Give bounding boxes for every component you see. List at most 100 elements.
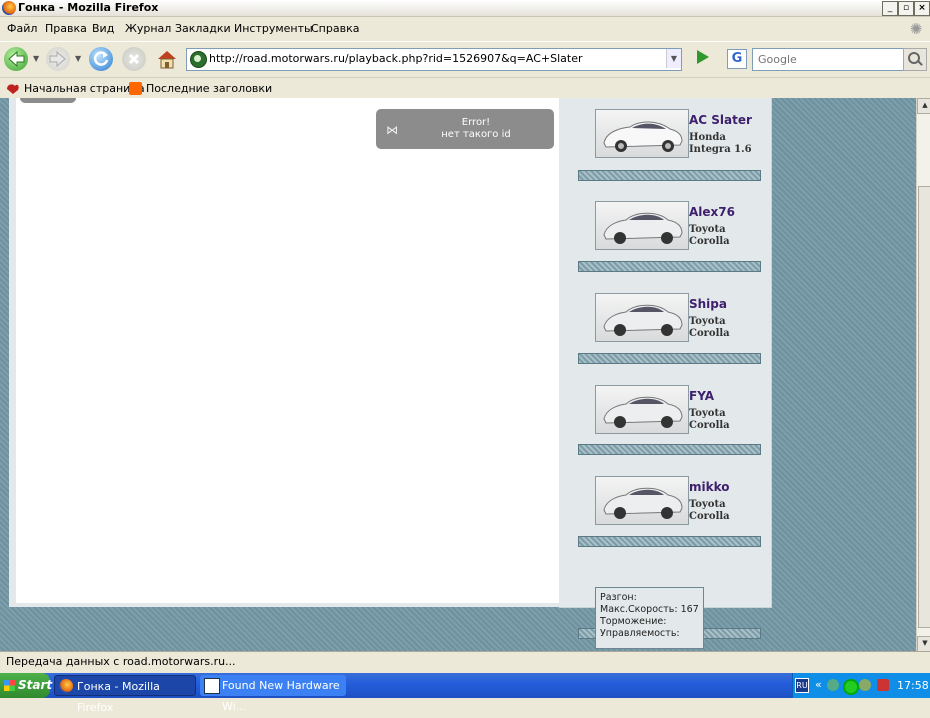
scroll-down-button[interactable]: ▼	[917, 636, 930, 652]
racer-card[interactable]: AC Slater Honda Integra 1.6	[595, 98, 765, 166]
home-icon	[158, 51, 176, 69]
car-model: Corolla	[689, 511, 730, 522]
car-make: Toyota	[689, 408, 726, 419]
bookmark-home-page[interactable]: Начальная страница	[24, 82, 145, 95]
car-make: Toyota	[689, 316, 726, 327]
racer-divider	[578, 536, 761, 547]
window-titlebar: Гонка - Mozilla Firefox _ ▫ ×	[0, 0, 930, 17]
url-history-dropdown[interactable]: ▼	[666, 49, 681, 68]
menu-tools[interactable]: Инструменты	[234, 22, 313, 35]
menu-file[interactable]: Файл	[7, 22, 37, 35]
racer-divider	[578, 353, 761, 364]
menu-history[interactable]: Журнал	[125, 22, 171, 35]
menu-bookmarks[interactable]: Закладки	[175, 22, 231, 35]
racer-card[interactable]: Alex76 Toyota Corolla	[595, 190, 765, 258]
back-arrow-icon	[8, 50, 25, 68]
start-label: Start	[18, 678, 53, 692]
error-message: нет такого id	[441, 129, 511, 140]
rss-icon	[129, 82, 142, 95]
forward-button[interactable]	[46, 47, 70, 71]
menu-edit[interactable]: Правка	[45, 22, 87, 35]
car-make: Toyota	[689, 499, 726, 510]
racer-name[interactable]: FYA	[689, 389, 714, 403]
car-model: Integra 1.6	[689, 144, 752, 155]
clock: 17:58	[897, 679, 929, 692]
home-button[interactable]	[155, 47, 179, 71]
racer-card[interactable]: FYA Toyota Corolla	[595, 374, 765, 442]
stat-acceleration: Разгон:	[600, 592, 637, 603]
minimize-button[interactable]: _	[882, 1, 898, 16]
shield-icon[interactable]	[877, 679, 889, 691]
playback-area	[16, 98, 559, 603]
page-content: ⋈ Error! нет такого id AC Slater Honda I…	[0, 98, 916, 651]
window-title: Гонка - Mozilla Firefox	[18, 1, 159, 14]
racer-divider	[578, 261, 761, 272]
bookmarks-toolbar: Начальная страница Последние заголовки	[0, 77, 930, 98]
close-button[interactable]: ×	[914, 1, 930, 16]
window-icon	[204, 678, 220, 694]
page-bottom-border	[9, 603, 559, 607]
menu-bar: Файл Правка Вид Журнал Закладки Инструме…	[0, 18, 930, 40]
page-border	[9, 98, 16, 607]
error-title: Error!	[461, 117, 491, 128]
taskbar: Start Гонка - Mozilla Firefox Found New …	[0, 673, 930, 714]
racer-card[interactable]: Shipa Toyota Corolla	[595, 282, 765, 350]
car-image	[595, 293, 689, 342]
bookmark-latest-headlines[interactable]: Последние заголовки	[146, 82, 272, 95]
taskbar-item-hardware-wizard[interactable]: Found New Hardware Wi...	[200, 675, 346, 713]
car-make: Toyota	[689, 224, 726, 235]
reload-icon	[93, 51, 109, 66]
system-tray: RU « 17:58	[792, 673, 930, 698]
racer-card[interactable]: mikko Toyota Corolla	[595, 465, 765, 533]
url-text: http://road.motorwars.ru/playback.php?ri…	[209, 52, 583, 65]
stop-button[interactable]	[122, 47, 146, 71]
car-image	[595, 201, 689, 250]
vertical-scrollbar[interactable]: ▲ ▼	[916, 98, 930, 652]
racer-name[interactable]: mikko	[689, 480, 730, 494]
car-model: Corolla	[689, 236, 730, 247]
forward-history-dropdown[interactable]: ▼	[75, 54, 81, 63]
network-icon[interactable]	[827, 679, 839, 691]
url-field[interactable]: http://road.motorwars.ru/playback.php?ri…	[186, 48, 682, 71]
menu-view[interactable]: Вид	[92, 22, 114, 35]
forward-arrow-icon	[49, 50, 66, 68]
throbber-icon: ✺	[909, 20, 923, 38]
menu-help[interactable]: Справка	[311, 22, 359, 35]
racer-name[interactable]: Shipa	[689, 297, 727, 311]
scroll-thumb[interactable]	[918, 186, 930, 628]
status-text: Передача данных с road.motorwars.ru...	[6, 655, 236, 668]
search-magnifier-icon[interactable]	[903, 48, 927, 71]
go-arrow-icon[interactable]	[697, 50, 709, 64]
bookmark-home-icon	[7, 84, 19, 94]
firefox-icon	[2, 1, 16, 15]
scroll-up-button[interactable]: ▲	[917, 98, 930, 114]
back-button[interactable]	[4, 47, 28, 71]
car-model: Corolla	[689, 420, 730, 431]
search-box[interactable]	[752, 48, 904, 71]
car-stats-tooltip: Разгон: Макс.Скорость: 167 Торможение: У…	[595, 587, 704, 649]
search-engine-icon[interactable]: G	[727, 49, 747, 69]
stat-max-speed: Макс.Скорость: 167	[600, 604, 699, 615]
racer-name[interactable]: AC Slater	[689, 113, 752, 127]
reload-button[interactable]	[89, 47, 113, 71]
car-model: Corolla	[689, 328, 730, 339]
language-indicator[interactable]: RU	[795, 678, 809, 693]
tray-expand-icon[interactable]: «	[815, 678, 822, 691]
start-button[interactable]: Start	[0, 673, 53, 698]
racer-name[interactable]: Alex76	[689, 205, 735, 219]
tray-app-icon[interactable]	[859, 679, 871, 691]
stat-handling: Управляемость:	[600, 628, 680, 639]
taskbar-item-firefox[interactable]: Гонка - Mozilla Firefox	[54, 675, 196, 714]
stop-icon	[128, 53, 140, 65]
search-input[interactable]	[756, 50, 900, 69]
car-image	[595, 109, 689, 158]
site-favicon	[190, 51, 207, 68]
task-label: Found New Hardware Wi...	[222, 679, 340, 713]
maximize-button[interactable]: ▫	[898, 1, 914, 16]
antivirus-icon[interactable]	[843, 679, 859, 695]
task-label: Гонка - Mozilla Firefox	[77, 680, 160, 714]
firefox-icon	[59, 679, 73, 693]
racer-divider	[578, 170, 761, 181]
back-history-dropdown[interactable]: ▼	[33, 54, 39, 63]
car-image	[595, 476, 689, 525]
